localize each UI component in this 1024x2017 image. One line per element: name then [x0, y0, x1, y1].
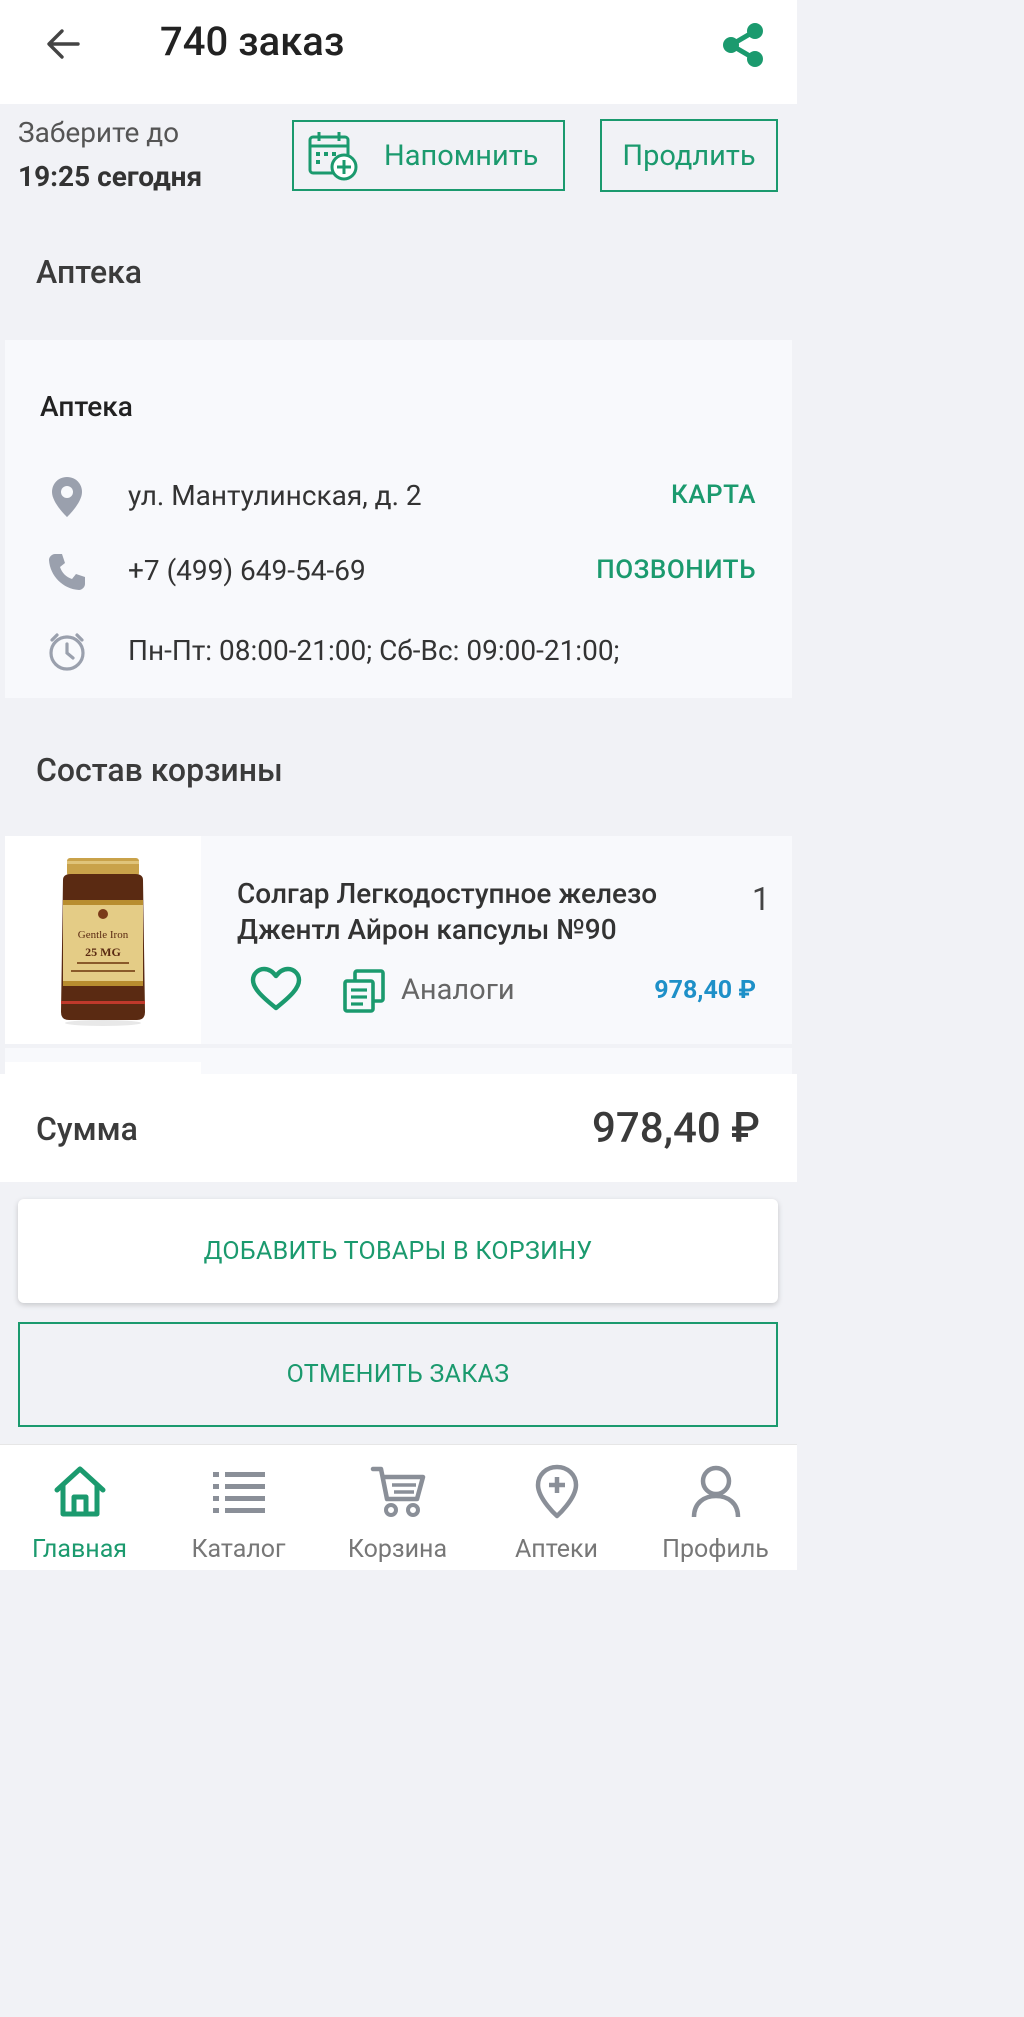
call-link[interactable]: ПОЗВОНИТЬ [596, 555, 756, 585]
remind-button[interactable]: Напомнить [292, 120, 565, 191]
cart-item-next-partial [5, 1048, 792, 1074]
pharmacy-section-title: Аптека [36, 253, 143, 291]
summary-label: Сумма [36, 1110, 138, 1148]
arrow-left-icon [47, 29, 80, 59]
cart-item[interactable]: Gentle Iron 25 MG Солгар Легкодоступное … [5, 836, 792, 1044]
share-button[interactable] [716, 20, 770, 70]
nav-item-cart[interactable]: Корзина [318, 1445, 477, 1571]
home-icon [50, 1461, 110, 1521]
pickup-time: 19:25 сегодня [18, 160, 203, 193]
location-pin-icon [43, 473, 91, 521]
phone-icon [43, 548, 91, 596]
nav-label-profile: Профиль [662, 1535, 769, 1564]
list-icon [209, 1461, 269, 1521]
remind-button-label: Напомнить [384, 138, 539, 173]
product-label-dose: 25 MG [85, 945, 121, 959]
pharmacy-hours: Пн-Пт: 08:00-21:00; Сб-Вс: 09:00-21:00; [128, 634, 620, 667]
analogs-link[interactable]: Аналоги [401, 973, 515, 1007]
map-link[interactable]: КАРТА [671, 480, 756, 510]
cancel-order-button[interactable]: ОТМЕНИТЬ ЗАКАЗ [18, 1322, 778, 1427]
back-button[interactable] [38, 22, 86, 66]
pharmacy-card: Аптека ул. Мантулинская, д. 2 КАРТА +7 (… [5, 340, 792, 698]
phone-row: +7 (499) 649-54-69 ПОЗВОНИТЬ [5, 542, 792, 602]
product-price: 978,40 ₽ [654, 976, 756, 1005]
pharmacy-name: Аптека [40, 390, 133, 423]
bottom-navigation: Главная Каталог Корзина Аптеки Профиль [0, 1444, 797, 1570]
nav-item-pharmacies[interactable]: Аптеки [477, 1445, 636, 1571]
nav-label-pharmacies: Аптеки [515, 1535, 598, 1564]
clock-icon [43, 628, 91, 676]
analogs-icon[interactable] [341, 968, 387, 1014]
pharmacy-phone: +7 (499) 649-54-69 [128, 554, 366, 587]
summary-value: 978,40 ₽ [591, 1104, 760, 1153]
product-name[interactable]: Солгар Легкодоступное железо Джентл Айро… [237, 876, 727, 948]
address-row: ул. Мантулинская, д. 2 КАРТА [5, 467, 792, 527]
pickup-bar: Заберите до 19:25 сегодня Напомнить Прод… [0, 104, 797, 214]
nav-item-profile[interactable]: Профиль [636, 1445, 795, 1571]
heart-icon[interactable] [249, 966, 303, 1012]
product-quantity: 1 [752, 880, 770, 918]
profile-icon [686, 1461, 746, 1521]
cart-icon [368, 1461, 428, 1521]
nav-label-catalog: Каталог [191, 1535, 286, 1564]
pharmacy-address: ул. Мантулинская, д. 2 [128, 479, 422, 512]
extend-button[interactable]: Продлить [600, 119, 778, 192]
add-to-cart-button[interactable]: ДОБАВИТЬ ТОВАРЫ В КОРЗИНУ [18, 1199, 778, 1303]
pharmacy-pin-icon [527, 1461, 587, 1521]
order-summary: Сумма 978,40 ₽ [0, 1074, 797, 1182]
nav-item-home[interactable]: Главная [0, 1445, 159, 1571]
nav-label-home: Главная [31, 1535, 128, 1564]
share-icon [723, 23, 763, 67]
app-header: 740 заказ [0, 0, 797, 104]
page-title: 740 заказ [160, 18, 345, 65]
nav-item-catalog[interactable]: Каталог [159, 1445, 318, 1571]
cart-section-title: Состав корзины [36, 751, 283, 789]
pickup-label: Заберите до [18, 116, 180, 149]
product-image: Gentle Iron 25 MG [5, 836, 201, 1044]
nav-label-cart: Корзина [347, 1535, 448, 1564]
hours-row: Пн-Пт: 08:00-21:00; Сб-Вс: 09:00-21:00; [5, 622, 792, 682]
product-label-brand: Gentle Iron [78, 929, 129, 941]
calendar-add-icon [308, 131, 358, 180]
